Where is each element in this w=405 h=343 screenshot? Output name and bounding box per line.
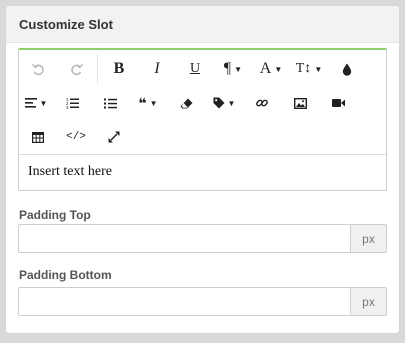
- video-camera-icon: [331, 99, 345, 107]
- caret-down-icon: ▼: [39, 98, 48, 108]
- expand-icon: [108, 131, 120, 143]
- ordered-list-icon: 123: [66, 97, 79, 109]
- font-dropdown[interactable]: A ▼: [252, 55, 290, 83]
- color-button[interactable]: [328, 55, 366, 83]
- unordered-list-icon: [103, 98, 117, 108]
- padding-top-input[interactable]: [18, 224, 350, 253]
- panel-title: Customize Slot: [6, 6, 399, 43]
- caret-down-icon: ▼: [274, 64, 283, 74]
- table-icon: [32, 131, 44, 143]
- underline-icon: U: [189, 61, 201, 76]
- caret-down-icon: ▼: [234, 64, 243, 74]
- underline-button[interactable]: U: [176, 55, 214, 83]
- undo-button[interactable]: [19, 55, 57, 83]
- bold-button[interactable]: B: [100, 55, 138, 83]
- quote-dropdown[interactable]: ❝ ▼: [129, 89, 167, 117]
- text-height-icon: T↕: [295, 61, 312, 76]
- fullscreen-button[interactable]: [95, 123, 133, 151]
- padding-top-group: px: [18, 224, 387, 253]
- caret-down-icon: ▼: [227, 98, 236, 108]
- font-size-dropdown[interactable]: T↕ ▼: [290, 55, 328, 83]
- svg-text:3: 3: [66, 105, 69, 109]
- toolbar-row-2: ▼ 123 ❝ ▼ ▼: [19, 86, 357, 120]
- toolbar-row-3: </>: [19, 120, 133, 154]
- video-button[interactable]: [319, 89, 357, 117]
- align-dropdown[interactable]: ▼: [19, 89, 53, 117]
- tag-icon: [213, 97, 225, 109]
- caret-down-icon: ▼: [314, 64, 323, 74]
- editor-text: Insert text here: [28, 164, 112, 179]
- redo-icon: [70, 63, 83, 75]
- caret-down-icon: ▼: [149, 98, 158, 108]
- bold-icon: B: [113, 60, 125, 77]
- padding-bottom-group: px: [18, 287, 387, 316]
- droplet-icon: [342, 63, 352, 76]
- pilcrow-icon: ¶: [223, 60, 232, 77]
- image-button[interactable]: [281, 89, 319, 117]
- paragraph-dropdown[interactable]: ¶ ▼: [214, 55, 252, 83]
- tag-dropdown[interactable]: ▼: [205, 89, 243, 117]
- undo-icon: [31, 63, 44, 75]
- padding-top-label: Padding Top: [19, 208, 91, 222]
- code-icon: </>: [66, 131, 86, 143]
- padding-bottom-unit: px: [350, 287, 387, 316]
- toolbar-separator: [97, 54, 98, 84]
- link-icon: [256, 99, 268, 107]
- padding-bottom-label: Padding Bottom: [19, 268, 112, 282]
- padding-top-unit: px: [350, 224, 387, 253]
- customize-slot-panel: Customize Slot B I U ¶ ▼ A ▼ T↕ ▼ ▼ 1 2 …: [5, 5, 400, 334]
- italic-button[interactable]: I: [138, 55, 176, 83]
- quote-icon: ❝: [138, 94, 147, 111]
- align-left-icon: [24, 98, 37, 108]
- eraser-icon: [180, 98, 192, 108]
- editor-toolbar: B I U ¶ ▼ A ▼ T↕ ▼ ▼ 123 ❝ ▼ ▼ </>: [19, 50, 386, 155]
- table-button[interactable]: [19, 123, 57, 151]
- editor-content-area[interactable]: Insert text here: [19, 155, 386, 189]
- toolbar-row-1: B I U ¶ ▼ A ▼ T↕ ▼: [19, 52, 366, 86]
- clear-format-button[interactable]: [167, 89, 205, 117]
- redo-button[interactable]: [57, 55, 95, 83]
- italic-icon: I: [154, 60, 160, 77]
- code-view-button[interactable]: </>: [57, 123, 95, 151]
- unordered-list-button[interactable]: [91, 89, 129, 117]
- image-icon: [293, 97, 307, 109]
- padding-bottom-input[interactable]: [18, 287, 350, 316]
- rich-text-editor: B I U ¶ ▼ A ▼ T↕ ▼ ▼ 123 ❝ ▼ ▼ </> Inser…: [18, 48, 387, 191]
- ordered-list-button[interactable]: 123: [53, 89, 91, 117]
- font-icon: A: [259, 60, 272, 77]
- link-button[interactable]: [243, 89, 281, 117]
